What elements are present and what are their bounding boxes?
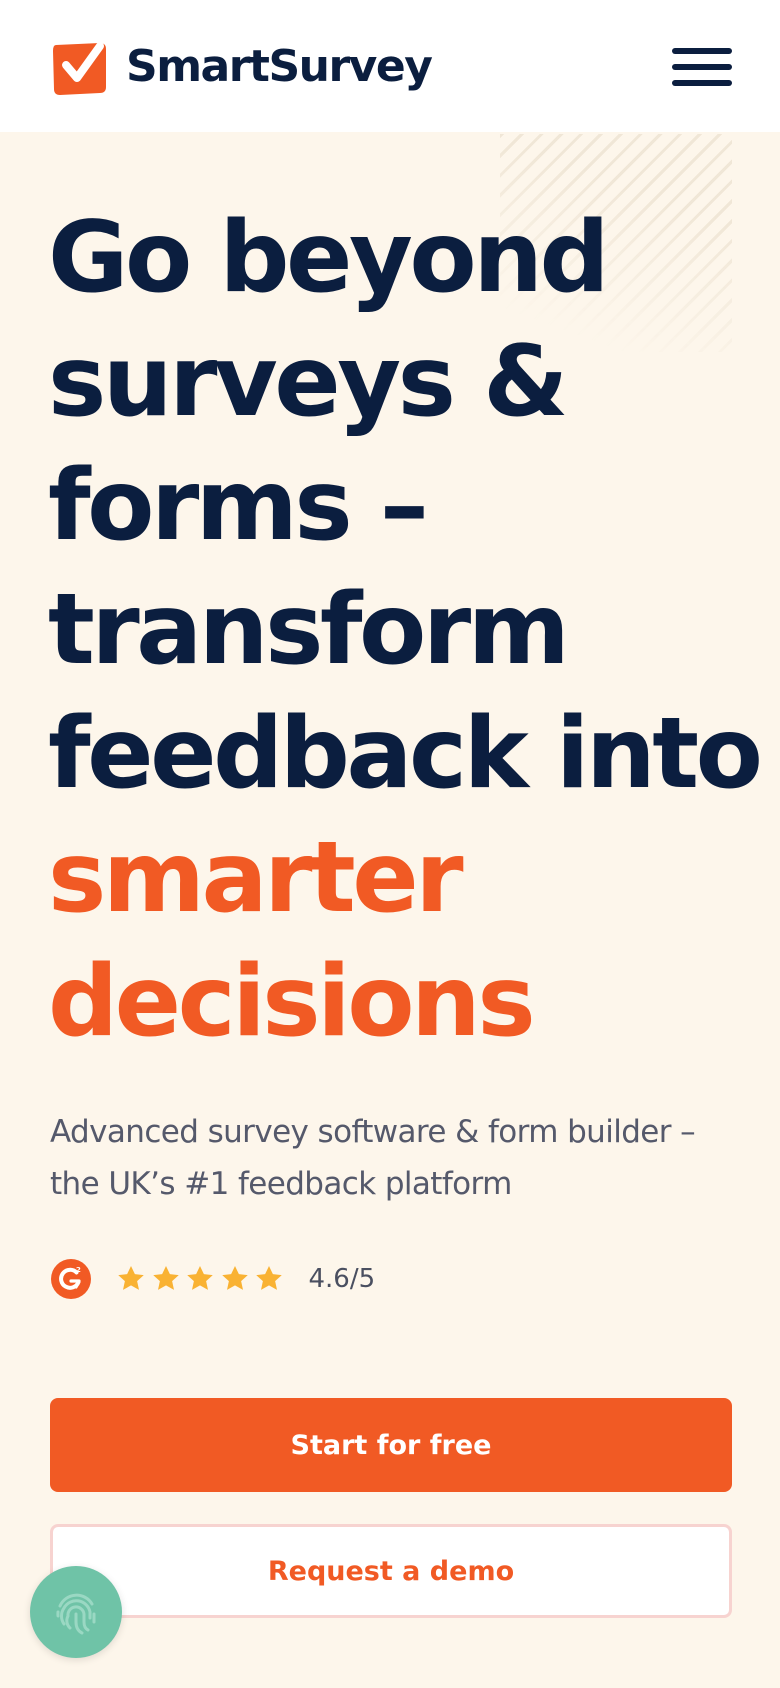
page: SmartSurvey Go beyond surveys & forms – … [0,0,780,1688]
star-icon [256,1266,282,1290]
headline-accent-line: smarter [48,821,464,935]
hamburger-menu-icon[interactable] [672,48,732,86]
rating-value: 4.6/5 [308,1264,376,1294]
start-for-free-button[interactable]: Start for free [50,1398,732,1492]
subtitle-line: the UK’s #1 feedback platform [50,1166,512,1202]
star-rating [116,1264,289,1294]
request-demo-button[interactable]: Request a demo [50,1524,732,1618]
star-icon [221,1266,248,1290]
headline-line: Go beyond [48,201,610,315]
headline-line: forms – [48,449,429,563]
g2-logo-icon: 2 [51,1259,91,1299]
g2-rating: 2 4.6/5 [50,1258,375,1300]
site-header: SmartSurvey [0,0,780,132]
star-icon [187,1266,213,1290]
brand-logo[interactable]: SmartSurvey [50,37,433,97]
headline-line: surveys & [48,325,569,439]
headline-line: feedback into [48,697,763,811]
accessibility-fab[interactable] [30,1566,122,1658]
hero-subtitle: Advanced survey software & form builder … [50,1106,740,1210]
brand-name: SmartSurvey [126,41,433,92]
hero-headline: Go beyond surveys & forms – transform fe… [48,196,763,1064]
star-icon [118,1266,144,1290]
headline-line: transform [48,573,570,687]
smartsurvey-logo-icon [53,42,106,95]
headline-accent-line: decisions [48,945,536,1059]
svg-text:2: 2 [76,1266,81,1274]
star-icon [152,1266,179,1290]
subtitle-line: Advanced survey software & form builder … [50,1114,696,1150]
fingerprint-icon [56,1593,96,1635]
